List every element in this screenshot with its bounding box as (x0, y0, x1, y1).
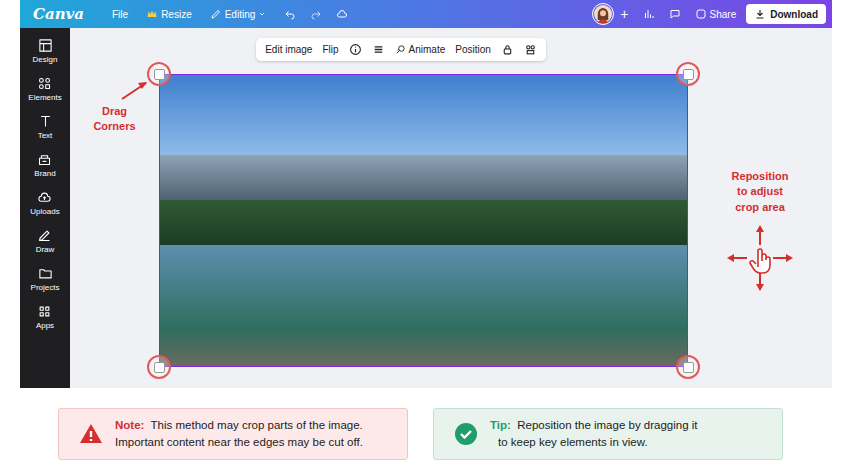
move-hand-icon (725, 223, 795, 293)
lines-icon[interactable] (372, 43, 385, 56)
download-button[interactable]: Download (746, 4, 826, 24)
image-toolbar: Edit image Flip Animate Position (256, 38, 546, 61)
animate-button[interactable]: Animate (395, 44, 446, 55)
sidebar-item-icon (38, 266, 53, 281)
warning-icon (79, 422, 103, 446)
share-button[interactable]: Share (695, 8, 737, 20)
tips-row: Note: This method may crop parts of the … (58, 408, 850, 460)
flip-button[interactable]: Flip (322, 44, 338, 55)
check-icon (454, 422, 478, 446)
position-button[interactable]: Position (455, 44, 491, 55)
crop-handle[interactable] (676, 355, 700, 379)
arrow-icon (120, 79, 150, 101)
sidebar-item[interactable]: Text (38, 114, 53, 140)
chevron-icon (258, 10, 266, 18)
top-bar: Canva File Resize Editing + Share Downloa… (20, 0, 832, 28)
sidebar-item-icon (37, 190, 52, 205)
resize-menu[interactable]: Resize (146, 8, 192, 20)
animate-icon (395, 44, 406, 55)
info-icon[interactable] (349, 43, 362, 56)
insights-icon[interactable] (643, 8, 655, 20)
comment-icon[interactable] (669, 8, 681, 20)
drag-annotation: DragCorners (70, 74, 159, 367)
canvas: Edit image Flip Animate Position DragCorner… (70, 28, 832, 388)
lock-icon[interactable] (501, 43, 514, 56)
page: Canva File Resize Editing + Share Downloa… (0, 0, 850, 472)
sidebar-item[interactable]: Design (33, 38, 58, 64)
sidebar-item-icon (38, 114, 53, 129)
sidebar-item-icon (37, 228, 52, 243)
sidebar-item-icon (37, 304, 52, 319)
editor-window: Canva File Resize Editing + Share Downloa… (20, 0, 832, 388)
tip-box: Tip: Reposition the image by dragging it… (433, 408, 783, 460)
selected-image[interactable] (159, 74, 688, 367)
cloud-icon[interactable] (336, 8, 348, 20)
editing-menu[interactable]: Editing (210, 8, 267, 20)
sidebar: Design Elements Text Brand Uploads Draw Projec… (20, 28, 70, 388)
sidebar-item[interactable]: Brand (34, 152, 55, 178)
sidebar-item[interactable]: Projects (31, 266, 60, 292)
transparency-icon[interactable] (524, 43, 537, 56)
undo-icon[interactable] (284, 8, 296, 20)
redo-icon[interactable] (310, 8, 322, 20)
share-icon (695, 8, 707, 20)
sidebar-item[interactable]: Uploads (30, 190, 59, 216)
crop-handle[interactable] (147, 62, 171, 86)
crop-handle[interactable] (676, 62, 700, 86)
pencil-icon (210, 8, 222, 20)
sidebar-item-icon (37, 152, 52, 167)
sidebar-item[interactable]: Draw (36, 228, 55, 254)
sidebar-item[interactable]: Elements (28, 76, 61, 102)
logo[interactable]: Canva (33, 5, 84, 23)
crown-icon (146, 8, 158, 20)
file-menu[interactable]: File (112, 9, 128, 20)
reposition-annotation: Repositionto adjustcrop area (688, 74, 832, 367)
sidebar-item-icon (37, 76, 52, 91)
sidebar-item-icon (38, 38, 53, 53)
workspace: Design Elements Text Brand Uploads Draw Projec… (20, 28, 832, 388)
note-box: Note: This method may crop parts of the … (58, 408, 408, 460)
add-collaborator-button[interactable]: + (620, 6, 628, 22)
crop-handle[interactable] (147, 355, 171, 379)
person-icon (594, 5, 612, 23)
avatar[interactable] (592, 3, 614, 25)
sidebar-item[interactable]: Apps (36, 304, 54, 330)
stage: DragCorners Repositionto adjustcrop area (70, 74, 832, 367)
edit-image-button[interactable]: Edit image (265, 44, 312, 55)
download-icon (754, 8, 766, 20)
